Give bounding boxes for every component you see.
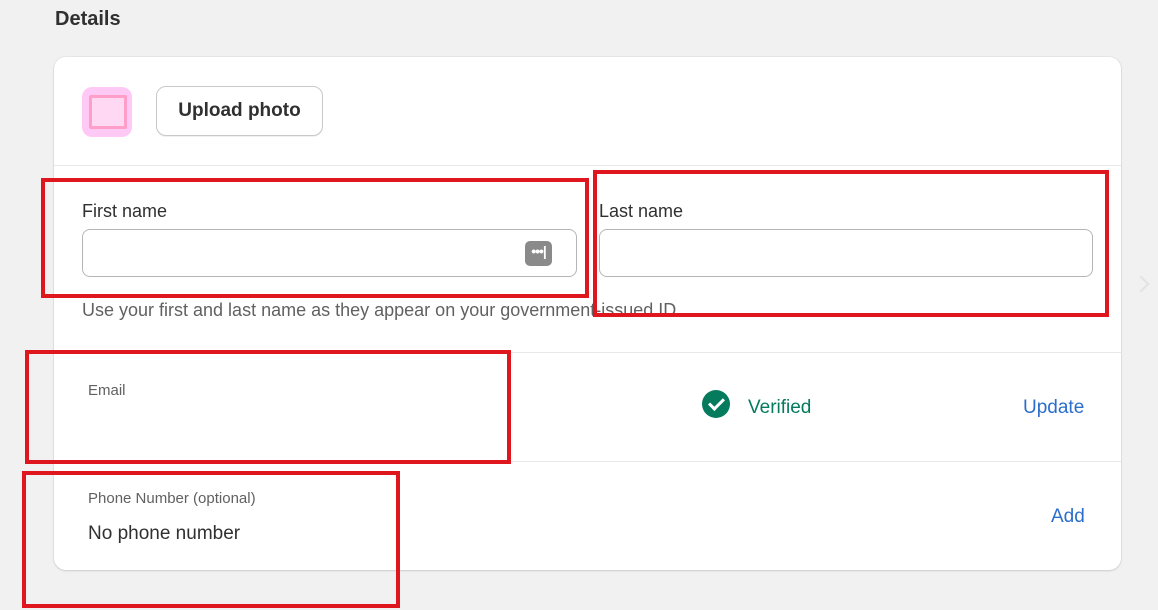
- section-title: Details: [55, 8, 121, 30]
- last-name-input[interactable]: [599, 229, 1093, 277]
- check-circle-icon: [702, 390, 730, 418]
- name-helper-text: Use your first and last name as they app…: [82, 300, 682, 320]
- divider: [54, 352, 1121, 353]
- update-email-link[interactable]: Update: [1023, 397, 1084, 419]
- last-name-label: Last name: [599, 201, 684, 221]
- avatar[interactable]: [82, 87, 132, 137]
- first-name-input[interactable]: [82, 229, 577, 277]
- upload-photo-button[interactable]: Upload photo: [156, 86, 323, 136]
- phone-label: Phone Number (optional): [88, 490, 256, 507]
- divider: [54, 461, 1121, 462]
- chevron-right-icon[interactable]: [1132, 275, 1150, 293]
- first-name-label: First name: [82, 201, 168, 221]
- add-phone-link[interactable]: Add: [1051, 506, 1085, 528]
- password-manager-icon[interactable]: •••|: [525, 241, 552, 266]
- details-card: Upload photo First name •••| Last name U…: [54, 57, 1121, 570]
- phone-value: No phone number: [88, 523, 241, 544]
- verified-status: Verified: [748, 397, 812, 418]
- avatar-placeholder-icon: [89, 95, 127, 129]
- email-label: Email: [88, 382, 126, 399]
- divider: [54, 165, 1121, 166]
